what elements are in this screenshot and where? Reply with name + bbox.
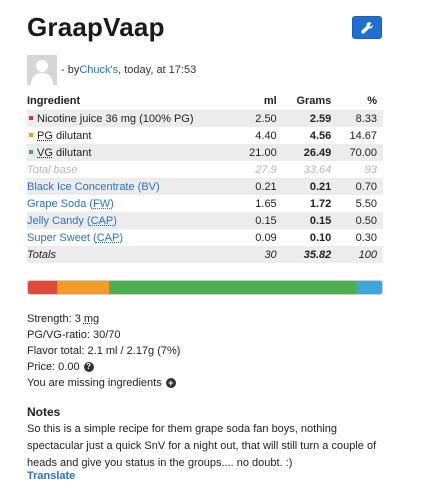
table-row-totals: Totals 30 35.82 100 xyxy=(27,246,383,263)
totals-label: Totals xyxy=(27,246,237,263)
composition-segment-flavor xyxy=(357,281,382,294)
missing-row: You are missing ingredients + xyxy=(27,375,180,391)
recipe-title: GraapVaap xyxy=(27,12,165,42)
table-row-nicotine: Nicotine juice 36 mg (100% PG) 2.50 2.59… xyxy=(27,110,383,127)
notes-heading: Notes xyxy=(27,405,61,419)
flavor-link-super-sweet[interactable]: Super Sweet (CAP) xyxy=(27,232,123,244)
cell-grams: 26.49 xyxy=(282,144,338,161)
color-swatch xyxy=(29,150,33,155)
cell-ml: 27.9 xyxy=(255,163,277,176)
cell-pct: 14.67 xyxy=(349,129,377,142)
table-row-pg: PG dilutant 4.40 4.56 14.67 xyxy=(27,127,383,144)
cell-ml: 30 xyxy=(237,246,283,263)
cell-pct: 0.70 xyxy=(337,178,383,195)
strength-unit: mg xyxy=(83,313,100,325)
cell-grams: 33.64 xyxy=(303,163,332,176)
price-row: Price: 0.00 ? xyxy=(27,359,180,375)
flavor-link-black-ice[interactable]: Black Ice Concentrate (BV) xyxy=(27,181,160,193)
col-grams: Grams xyxy=(296,95,332,107)
cell-pct: 100 xyxy=(337,246,383,263)
cell-ml: 21.00 xyxy=(237,144,283,161)
composition-segment-nicotine xyxy=(28,281,58,294)
cell-grams: 0.21 xyxy=(282,178,338,195)
composition-segment-vg xyxy=(109,281,358,294)
col-ingredient: Ingredient xyxy=(27,95,81,107)
table-row-flavor: Jelly Candy (CAP) 0.15 0.15 0.50 xyxy=(27,212,383,229)
cell-grams: 0.15 xyxy=(282,212,338,229)
col-ml: ml xyxy=(263,95,277,107)
composition-bar xyxy=(27,280,383,295)
wrench-icon xyxy=(361,21,373,34)
color-swatch xyxy=(29,133,33,138)
ratio-row: PG/VG-ratio: 30/70 xyxy=(27,329,121,341)
strength-row: Strength: 3 mg xyxy=(27,311,180,327)
cell-grams: 4.56 xyxy=(309,129,332,142)
table-header-row: Ingredient ml Grams % xyxy=(27,93,383,110)
ingredient-name: dilutant xyxy=(52,129,92,142)
composition-segment-pg xyxy=(57,281,110,294)
recipe-byline: - by Chuck's , today, at 17:53 xyxy=(27,55,196,85)
cell-grams: 2.59 xyxy=(282,110,338,127)
byline-prefix: - by xyxy=(61,64,80,76)
author-link[interactable]: Chuck's xyxy=(79,64,118,76)
cell-pct: 0.30 xyxy=(355,231,377,244)
table-row-flavor: Black Ice Concentrate (BV) 0.21 0.21 0.7… xyxy=(27,178,383,195)
cell-grams: 0.10 xyxy=(309,231,332,244)
help-icon[interactable]: ? xyxy=(83,362,94,372)
cell-ml: 2.50 xyxy=(237,110,283,127)
strength-label: Strength: 3 xyxy=(27,313,81,325)
missing-label: You are missing ingredients xyxy=(27,377,162,389)
add-circle-icon[interactable]: + xyxy=(165,378,176,388)
table-row-total-base: Total base 27.9 33.64 93 xyxy=(27,161,383,178)
recipe-info: Strength: 3 mg PG/VG-ratio: 30/70 Flavor… xyxy=(27,311,180,391)
ingredient-name: dilutant xyxy=(52,146,92,159)
price-label: Price: 0.00 xyxy=(27,361,80,373)
table-row-vg: VG dilutant 21.00 26.49 70.00 xyxy=(27,144,383,161)
col-pct: % xyxy=(367,95,377,107)
cell-ml: 0.15 xyxy=(237,212,283,229)
notes-text: So this is a simple recipe for them grap… xyxy=(27,423,377,469)
color-swatch xyxy=(29,116,33,121)
ingredients-table: Ingredient ml Grams % Nicotine juice 36 … xyxy=(27,93,383,263)
cell-ml: 4.40 xyxy=(255,129,277,142)
cell-pct: 70.00 xyxy=(337,144,383,161)
avatar[interactable] xyxy=(27,55,57,85)
flavor-link-grape-soda[interactable]: Grape Soda (FW) xyxy=(27,198,114,210)
byline-time: , today, at 17:53 xyxy=(118,64,197,76)
ingredient-name: Nicotine juice 36 mg (100% PG) xyxy=(37,112,194,125)
pg-abbr: PG xyxy=(37,129,53,142)
cell-pct: 5.50 xyxy=(355,197,377,210)
edit-tools-button[interactable] xyxy=(352,16,382,39)
table-row-flavor: Grape Soda (FW) 1.65 1.72 5.50 xyxy=(27,195,383,212)
cell-ml: 0.21 xyxy=(237,178,283,195)
flavor-total-row: Flavor total: 2.1 ml / 2.17g (7%) xyxy=(27,345,181,357)
cell-pct: 93 xyxy=(364,163,377,176)
cell-ml: 1.65 xyxy=(255,197,277,210)
cell-grams: 35.82 xyxy=(282,246,338,263)
user-silhouette-icon xyxy=(27,55,57,85)
translate-link[interactable]: Translate xyxy=(27,470,75,482)
vg-abbr: VG xyxy=(37,146,53,159)
cell-ml: 0.09 xyxy=(255,231,277,244)
cell-pct: 8.33 xyxy=(337,110,383,127)
flavor-link-jelly-candy[interactable]: Jelly Candy (CAP) xyxy=(27,215,117,227)
table-row-flavor: Super Sweet (CAP) 0.09 0.10 0.30 xyxy=(27,229,383,246)
cell-pct: 0.50 xyxy=(337,212,383,229)
cell-grams: 1.72 xyxy=(309,197,332,210)
total-base-label: Total base xyxy=(27,163,78,176)
